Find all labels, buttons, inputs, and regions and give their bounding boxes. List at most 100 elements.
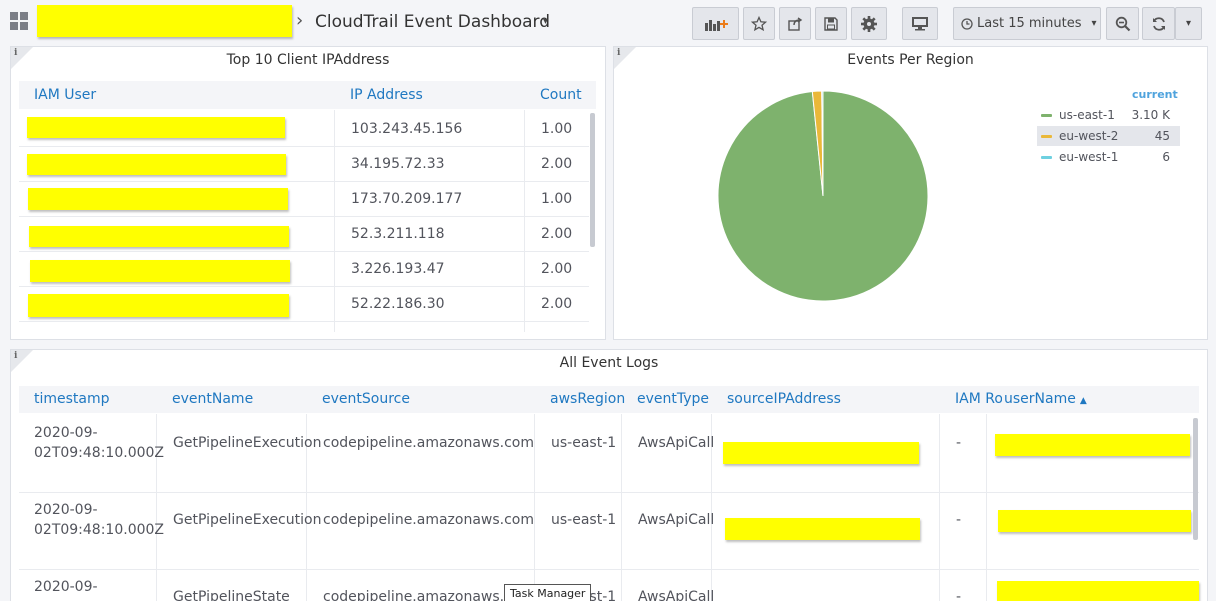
- add-panel-button[interactable]: [692, 7, 739, 40]
- save-icon: [824, 16, 838, 31]
- ip-address-cell: 52.22.186.30: [351, 296, 445, 312]
- dashboard-dropdown-icon[interactable]: ▾: [543, 16, 548, 27]
- eventtype-cell: AwsApiCall: [638, 435, 715, 451]
- gear-icon: [861, 15, 877, 32]
- column-header-iam-user[interactable]: IAM User: [34, 87, 96, 103]
- redacted-username: [997, 581, 1199, 601]
- tv-mode-button[interactable]: [902, 7, 938, 40]
- redacted-source-ip: [723, 442, 919, 464]
- redacted-iam-user: [27, 154, 286, 175]
- share-button[interactable]: [779, 7, 811, 40]
- timestamp-cell-line1: 2020-09-: [34, 425, 98, 441]
- refresh-icon: [1152, 16, 1165, 31]
- legend-header[interactable]: current: [1132, 88, 1178, 101]
- count-cell: 2.00: [541, 156, 573, 172]
- column-header-sourceipaddress[interactable]: sourceIPAddress: [727, 391, 841, 407]
- eventname-cell: GetPipelineState: [173, 589, 290, 601]
- top-navbar: › CloudTrail Event Dashboard ▾ Last 15 m…: [0, 0, 1216, 44]
- column-header-timestamp[interactable]: timestamp: [34, 391, 110, 407]
- time-range-caret-icon: ▾: [1091, 18, 1097, 29]
- redacted-iam-user: [28, 294, 289, 317]
- top-ip-panel: i Top 10 Client IPAddress IAM User IP Ad…: [10, 46, 606, 340]
- refresh-button[interactable]: [1142, 7, 1175, 40]
- redacted-source-ip: [725, 518, 920, 540]
- column-header-ip-address[interactable]: IP Address: [350, 87, 423, 103]
- ip-address-cell: 3.226.193.47: [351, 261, 445, 277]
- timestamp-cell-line1: 2020-09-: [34, 579, 98, 595]
- clock-icon: [961, 17, 973, 30]
- add-panel-icon: [704, 19, 728, 31]
- redacted-iam-user: [28, 188, 288, 210]
- legend-name: eu-west-2: [1059, 129, 1119, 143]
- ip-address-cell: 52.3.211.118: [351, 226, 445, 242]
- count-cell: 2.00: [541, 226, 573, 242]
- table-scrollbar[interactable]: [1193, 418, 1198, 540]
- redacted-iam-user: [27, 117, 285, 138]
- eventtype-cell: AwsApiCall: [638, 589, 715, 601]
- legend-swatch: [1041, 114, 1052, 117]
- column-header-count[interactable]: Count: [540, 87, 582, 103]
- monitor-icon: [912, 16, 928, 30]
- legend-item-eu-west-1[interactable]: eu-west-1 6: [1037, 147, 1180, 167]
- eventtype-cell: AwsApiCall: [638, 512, 715, 528]
- panel-title[interactable]: All Event Logs: [11, 355, 1207, 371]
- legend-swatch: [1041, 135, 1052, 138]
- time-picker-button[interactable]: Last 15 minutes ▾: [953, 7, 1101, 40]
- redacted-iam-user: [30, 260, 290, 282]
- share-icon: [788, 16, 803, 31]
- eventsource-cell: codepipeline.amazonaws.com: [323, 435, 535, 451]
- ip-address-cell: 173.70.209.177: [351, 191, 463, 207]
- time-range-label: Last 15 minutes: [977, 16, 1082, 31]
- dashboard-grid-icon[interactable]: [10, 12, 28, 30]
- zoom-out-button[interactable]: [1106, 7, 1139, 40]
- iam-role-cell: -: [956, 512, 962, 528]
- legend-item-eu-west-2[interactable]: eu-west-2 45: [1037, 126, 1180, 146]
- count-cell: 1.00: [541, 121, 573, 137]
- event-logs-panel: i All Event Logs timestamp eventName eve…: [10, 349, 1208, 601]
- breadcrumb-separator-icon: ›: [296, 10, 304, 31]
- column-header-username[interactable]: userName ▲: [1002, 391, 1087, 407]
- eventname-cell: GetPipelineExecution: [173, 512, 322, 528]
- table-scrollbar[interactable]: [590, 113, 595, 247]
- taskbar-tooltip: Task Manager: [504, 584, 592, 601]
- column-header-eventname[interactable]: eventName: [172, 391, 253, 407]
- timestamp-cell-line2: 02T09:48:10.000Z: [34, 445, 165, 461]
- redacted-username: [998, 510, 1191, 532]
- iam-role-cell: -: [956, 435, 962, 451]
- count-cell: 2.00: [541, 296, 573, 312]
- column-header-username-label: userName: [1004, 391, 1076, 407]
- redacted-iam-user: [29, 226, 289, 247]
- column-header-eventsource[interactable]: eventSource: [322, 391, 410, 407]
- panel-title[interactable]: Top 10 Client IPAddress: [11, 52, 605, 68]
- eventname-cell: GetPipelineExecution: [173, 435, 322, 451]
- zoom-out-icon: [1115, 16, 1130, 31]
- column-header-eventtype[interactable]: eventType: [637, 391, 709, 407]
- redacted-folder-name: [37, 5, 292, 37]
- timestamp-cell-line2: 02T09:48:10.000Z: [34, 522, 165, 538]
- star-icon: [751, 15, 767, 31]
- pie-chart: [717, 90, 929, 302]
- redacted-username: [995, 434, 1190, 456]
- ip-address-cell: 103.243.45.156: [351, 121, 463, 137]
- legend-name: eu-west-1: [1059, 150, 1119, 164]
- awsregion-cell: us-east-1: [551, 435, 617, 451]
- legend-swatch: [1041, 156, 1052, 159]
- sort-ascending-icon: ▲: [1079, 396, 1087, 406]
- legend-value: 3.10 K: [1131, 108, 1170, 122]
- panel-title[interactable]: Events Per Region: [614, 52, 1207, 68]
- legend-item-us-east-1[interactable]: us-east-1 3.10 K: [1037, 105, 1180, 125]
- save-button[interactable]: [815, 7, 847, 40]
- legend-value: 45: [1154, 129, 1170, 143]
- column-header-awsregion[interactable]: awsRegion: [550, 391, 625, 407]
- timestamp-cell-line1: 2020-09-: [34, 502, 98, 518]
- iam-role-cell: -: [956, 589, 962, 601]
- star-button[interactable]: [743, 7, 775, 40]
- count-cell: 2.00: [541, 261, 573, 277]
- refresh-interval-button[interactable]: ▾: [1175, 7, 1202, 40]
- dashboard-title[interactable]: CloudTrail Event Dashboard: [315, 12, 550, 32]
- awsregion-cell: us-east-1: [551, 512, 617, 528]
- count-cell: 1.00: [541, 191, 573, 207]
- table-header: [19, 81, 596, 109]
- settings-button[interactable]: [851, 7, 887, 40]
- legend-name: us-east-1: [1059, 108, 1115, 122]
